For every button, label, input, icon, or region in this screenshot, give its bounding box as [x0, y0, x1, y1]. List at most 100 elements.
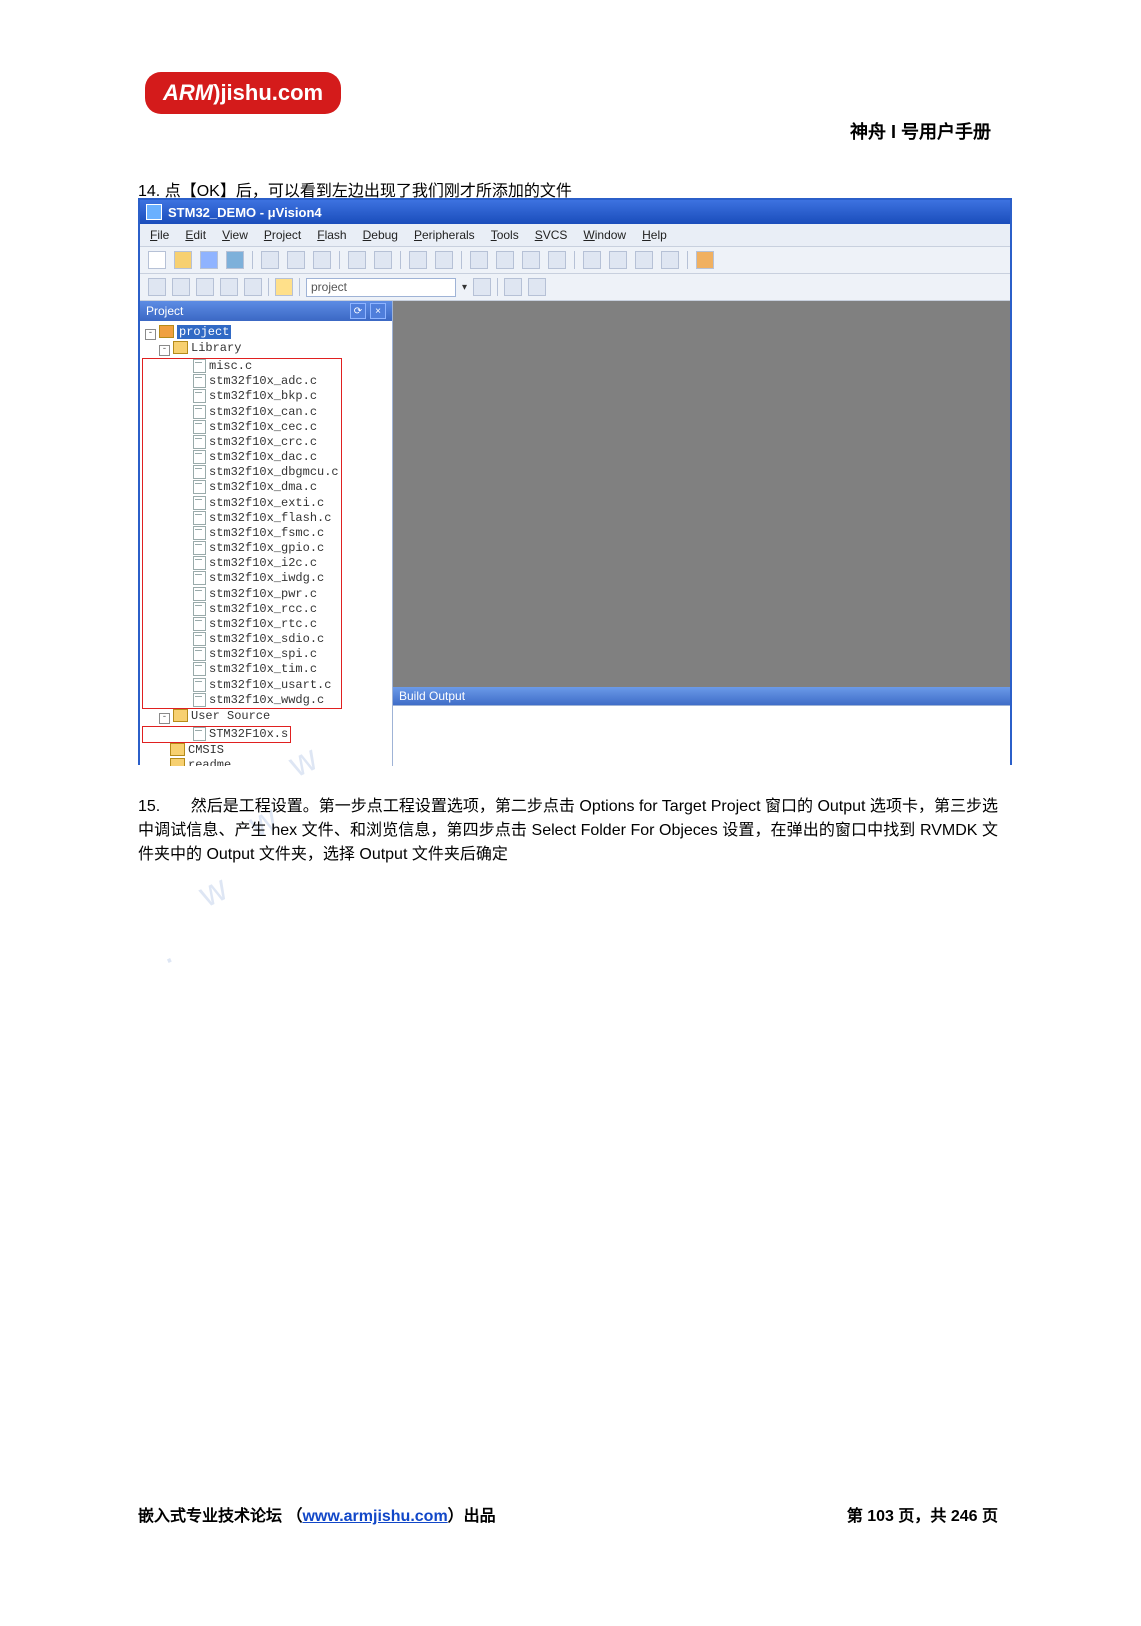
- build-icon[interactable]: [172, 278, 190, 296]
- editor-area[interactable]: [393, 301, 1010, 687]
- options-icon[interactable]: [473, 278, 491, 296]
- menu-window[interactable]: Window: [583, 228, 626, 242]
- toolbar-main: [140, 246, 1010, 274]
- c-file-icon: [193, 496, 206, 510]
- menu-file[interactable]: File: [150, 228, 169, 242]
- nav-back-icon[interactable]: [409, 251, 427, 269]
- uncomment-icon[interactable]: [661, 251, 679, 269]
- tree-file[interactable]: stm32f10x_dma.c: [209, 481, 317, 495]
- open-icon[interactable]: [174, 251, 192, 269]
- save-all-icon[interactable]: [226, 251, 244, 269]
- menu-flash[interactable]: Flash: [317, 228, 346, 242]
- indent-icon[interactable]: [583, 251, 601, 269]
- menu-svcs[interactable]: SVCS: [535, 228, 568, 242]
- build-output-header[interactable]: Build Output: [393, 687, 1010, 705]
- manage-icon[interactable]: [504, 278, 522, 296]
- menu-tools[interactable]: Tools: [491, 228, 519, 242]
- menu-view[interactable]: View: [222, 228, 248, 242]
- tree-file[interactable]: stm32f10x_fsmc.c: [209, 526, 324, 540]
- c-file-icon: [193, 389, 206, 403]
- c-file-icon: [193, 632, 206, 646]
- c-file-icon: [193, 678, 206, 692]
- translate-icon[interactable]: [148, 278, 166, 296]
- project-icon: [159, 325, 174, 338]
- c-file-icon: [193, 541, 206, 555]
- tree-file[interactable]: stm32f10x_sdio.c: [209, 632, 324, 646]
- menu-help[interactable]: Help: [642, 228, 667, 242]
- download-icon[interactable]: [275, 278, 293, 296]
- ide-window: STM32_DEMO - μVision4 File Edit View Pro…: [138, 198, 1012, 765]
- rebuild-icon[interactable]: [196, 278, 214, 296]
- tree-file[interactable]: stm32f10x_flash.c: [209, 511, 331, 525]
- tree-file[interactable]: stm32f10x_cec.c: [209, 420, 317, 434]
- batch-build-icon[interactable]: [220, 278, 238, 296]
- folder-library[interactable]: Library: [191, 341, 241, 355]
- tree-file[interactable]: stm32f10x_gpio.c: [209, 541, 324, 555]
- tree-file[interactable]: stm32f10x_adc.c: [209, 374, 317, 388]
- paste-icon[interactable]: [313, 251, 331, 269]
- tree-file[interactable]: stm32f10x_iwdg.c: [209, 572, 324, 586]
- cut-icon[interactable]: [261, 251, 279, 269]
- menu-project[interactable]: Project: [264, 228, 301, 242]
- step-15: 15. 然后是工程设置。第一步点工程设置选项，第二步点击 Options for…: [138, 795, 998, 867]
- find-icon[interactable]: [696, 251, 714, 269]
- undo-icon[interactable]: [348, 251, 366, 269]
- footer-link[interactable]: www.armjishu.com: [302, 1508, 447, 1525]
- tree-file[interactable]: stm32f10x_wwdg.c: [209, 693, 324, 707]
- dropdown-icon[interactable]: ▾: [462, 282, 467, 293]
- menu-debug[interactable]: Debug: [363, 228, 398, 242]
- bookmark-next-icon[interactable]: [522, 251, 540, 269]
- build-output-body[interactable]: [393, 705, 1010, 766]
- tree-file[interactable]: stm32f10x_can.c: [209, 405, 317, 419]
- project-tree[interactable]: -project -Library misc.c stm32f10x_adc.c…: [140, 321, 392, 766]
- folder-user-source[interactable]: User Source: [191, 709, 270, 723]
- books-icon[interactable]: [528, 278, 546, 296]
- tree-root[interactable]: project: [177, 325, 231, 339]
- nav-fwd-icon[interactable]: [435, 251, 453, 269]
- new-icon[interactable]: [148, 251, 166, 269]
- tree-file[interactable]: stm32f10x_usart.c: [209, 678, 331, 692]
- tree-file[interactable]: stm32f10x_exti.c: [209, 496, 324, 510]
- expander-icon[interactable]: -: [159, 345, 170, 356]
- tree-file[interactable]: stm32f10x_rtc.c: [209, 617, 317, 631]
- c-file-icon: [193, 602, 206, 616]
- stop-build-icon[interactable]: [244, 278, 262, 296]
- tree-file[interactable]: misc.c: [209, 359, 252, 373]
- tree-file[interactable]: stm32f10x_dbgmcu.c: [209, 465, 339, 479]
- tree-file[interactable]: stm32f10x_bkp.c: [209, 390, 317, 404]
- tree-file[interactable]: stm32f10x_rcc.c: [209, 602, 317, 616]
- app-icon: [146, 204, 162, 220]
- outdent-icon[interactable]: [609, 251, 627, 269]
- c-file-icon: [193, 450, 206, 464]
- c-file-icon: [193, 465, 206, 479]
- tree-file[interactable]: stm32f10x_tim.c: [209, 663, 317, 677]
- asm-file-icon: [193, 727, 206, 741]
- copy-icon[interactable]: [287, 251, 305, 269]
- c-file-icon: [193, 374, 206, 388]
- folder-readme[interactable]: readme: [188, 758, 231, 766]
- panel-pin-icon[interactable]: ⟳: [350, 303, 366, 319]
- bookmark-icon[interactable]: [470, 251, 488, 269]
- save-icon[interactable]: [200, 251, 218, 269]
- expander-icon[interactable]: -: [145, 329, 156, 340]
- bookmark-clear-icon[interactable]: [548, 251, 566, 269]
- project-panel-header[interactable]: Project ⟳ ×: [140, 301, 392, 321]
- tree-file[interactable]: stm32f10x_dac.c: [209, 450, 317, 464]
- window-titlebar[interactable]: STM32_DEMO - μVision4: [140, 200, 1010, 224]
- menu-peripherals[interactable]: Peripherals: [414, 228, 475, 242]
- expander-icon[interactable]: -: [159, 713, 170, 724]
- folder-cmsis[interactable]: CMSIS: [188, 743, 224, 757]
- tree-file[interactable]: stm32f10x_i2c.c: [209, 556, 317, 570]
- bookmark-prev-icon[interactable]: [496, 251, 514, 269]
- panel-close-icon[interactable]: ×: [370, 303, 386, 319]
- highlight-library-files: misc.c stm32f10x_adc.c stm32f10x_bkp.c s…: [142, 358, 342, 709]
- tree-file[interactable]: stm32f10x_pwr.c: [209, 587, 317, 601]
- menu-edit[interactable]: Edit: [185, 228, 206, 242]
- redo-icon[interactable]: [374, 251, 392, 269]
- tree-file[interactable]: STM32F10x.s: [209, 727, 288, 741]
- window-title: STM32_DEMO - μVision4: [168, 205, 322, 220]
- target-select[interactable]: [306, 278, 456, 297]
- comment-icon[interactable]: [635, 251, 653, 269]
- tree-file[interactable]: stm32f10x_spi.c: [209, 647, 317, 661]
- tree-file[interactable]: stm32f10x_crc.c: [209, 435, 317, 449]
